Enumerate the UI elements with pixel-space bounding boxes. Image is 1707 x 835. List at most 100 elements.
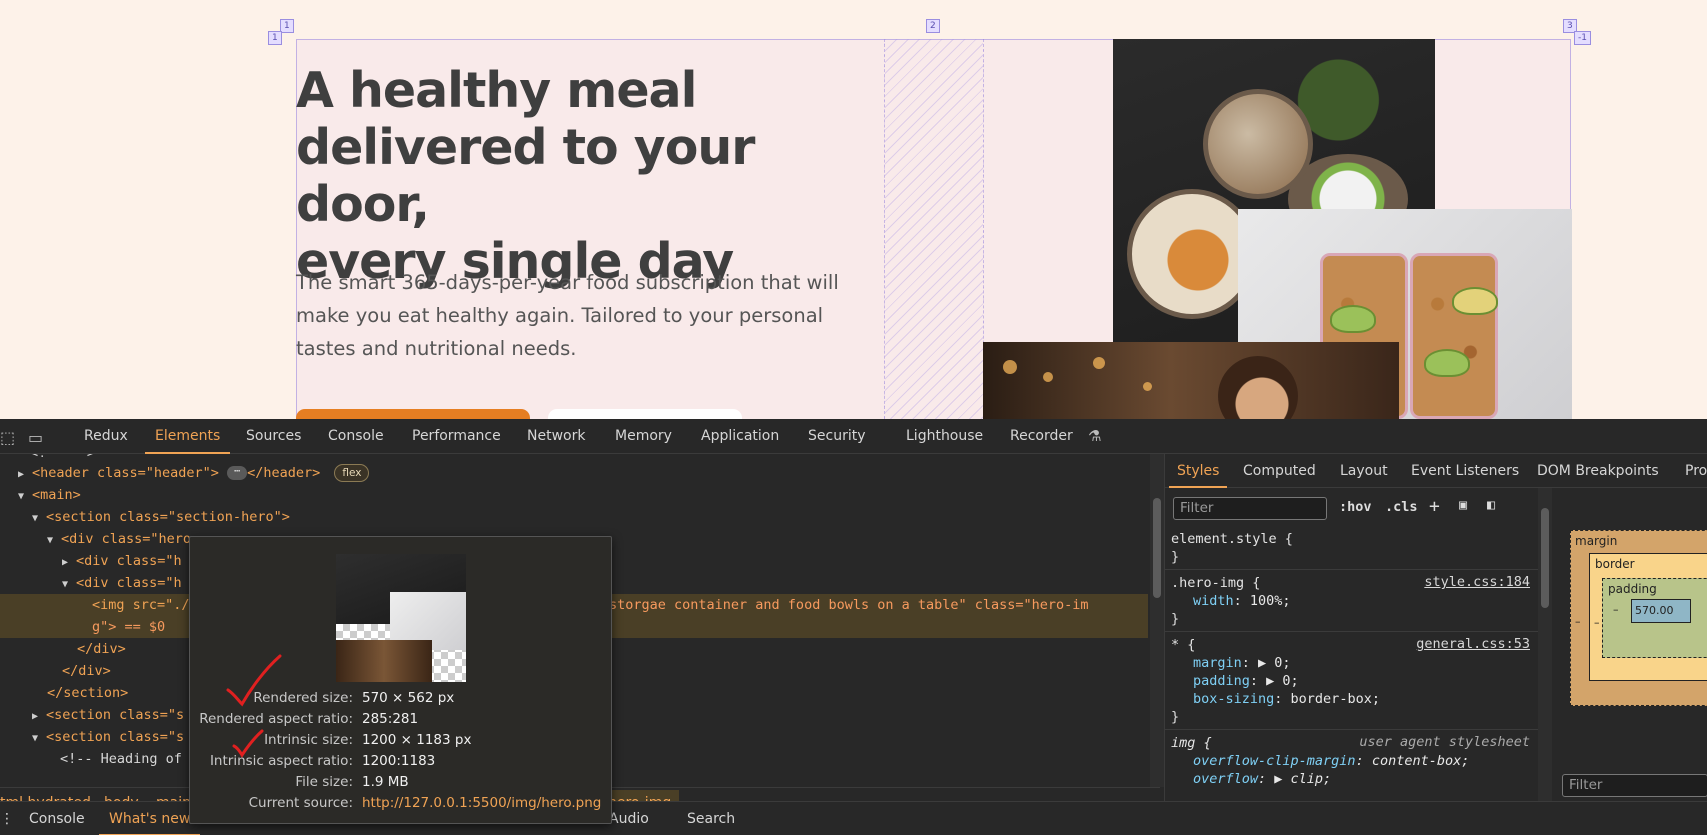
tooltip-key: Intrinsic size: [264,732,353,748]
styles-scrollbar[interactable] [1538,488,1552,801]
tooltip-value: 1.9 MB [362,774,409,790]
drawer-tab-search[interactable]: Search [687,802,735,835]
inspect-element-icon[interactable]: ⬚ [0,428,15,447]
css-property[interactable]: width: 100%; [1193,592,1291,610]
drawer-tab-console[interactable]: Console [29,802,85,835]
css-selector[interactable]: * { [1171,636,1195,654]
dom-comment: <!-- Heading of [60,751,182,767]
drawer-tab-audio[interactable]: Audio [609,802,649,835]
tab-redux[interactable]: Redux [84,419,128,454]
css-property[interactable]: box-sizing: border-box; [1193,690,1380,708]
box-model-label: border [1595,557,1635,571]
tab-memory[interactable]: Memory [615,419,672,454]
lemon [1452,287,1498,315]
expand-arrow-icon[interactable]: ▶ [18,464,32,486]
box-model-value: – [1613,603,1619,616]
collapse-arrow-icon[interactable]: ▼ [18,486,32,508]
hov-toggle[interactable]: :hov [1339,499,1372,515]
tab-recorder[interactable]: Recorder [1010,419,1073,454]
avocado [1330,305,1376,333]
css-selector[interactable]: element.style { [1171,530,1293,548]
box-model-label: padding [1608,582,1657,596]
dom-node-header[interactable]: ▶ <header class="header"> ⋯ </header> flex [0,462,1148,484]
paint-icon[interactable]: ▣ [1459,497,1467,513]
tooltip-key: Current source: [248,795,353,811]
tab-elements[interactable]: Elements [144,419,231,454]
styles-tabbar: Styles Computed Layout Event Listeners D… [1165,454,1707,488]
ellipsis-icon[interactable]: ⋯ [227,466,248,480]
tab-sources[interactable]: Sources [246,419,301,454]
tab-security[interactable]: Security [808,419,866,454]
tooltip-value: 570 × 562 px [362,690,455,706]
styles-filter-input[interactable]: Filter [1173,497,1327,520]
css-property[interactable]: overflow-clip-margin: content-box; [1193,752,1469,770]
hero-title-line: delivered to your door, [296,119,755,233]
box-model-padding[interactable]: padding – 570.00 [1602,578,1707,658]
tab-lighthouse[interactable]: Lighthouse [906,419,983,454]
food-container [1410,253,1498,419]
bokeh-light [1093,357,1105,369]
dom-node-main[interactable]: ▼ <main> [0,484,1148,506]
tab-network[interactable]: Network [527,419,585,454]
red-checkmark-icon [232,729,264,758]
tab-computed[interactable]: Computed [1243,454,1316,488]
dom-tag: <section class="s [46,707,185,723]
flex-badge[interactable]: flex [334,464,370,482]
learn-more-button[interactable] [548,409,742,419]
tab-performance[interactable]: Performance [412,419,501,454]
dom-node-section-hero[interactable]: ▼ <section class="section-hero"> [0,506,1148,528]
dom-tag: <div class="h [76,553,182,569]
css-source-link[interactable]: style.css:184 [1424,574,1530,590]
dom-tag: </section> [47,685,129,701]
tab-styles[interactable]: Styles [1168,454,1229,488]
collapse-arrow-icon[interactable]: ▼ [32,508,46,530]
tooltip-row: Rendered aspect ratio: 285:281 [190,709,613,729]
dom-scrollbar[interactable] [1150,454,1164,787]
hero-image-cafe [983,342,1399,419]
collapse-arrow-icon[interactable]: ▼ [62,574,76,596]
woman-portrait [1218,356,1298,419]
css-selector[interactable]: img { [1171,734,1212,752]
css-source-link[interactable]: general.css:53 [1416,636,1530,652]
box-model-content[interactable]: 570.00 [1631,599,1691,623]
expand-arrow-icon[interactable]: ▶ [32,706,46,728]
cls-toggle[interactable]: .cls [1385,499,1418,515]
box-model-margin[interactable]: margin – border – padding – 570.00 [1570,530,1707,706]
grid-line-label: 1 [280,19,294,33]
tab-dom-breakpoints[interactable]: DOM Breakpoints [1537,454,1659,488]
grid-line-label: -1 [1574,31,1591,45]
tab-console[interactable]: Console [328,419,384,454]
new-rule-icon[interactable]: + [1429,496,1440,517]
drawer-tab-whats-new[interactable]: What's new [98,802,201,835]
css-property[interactable]: overflow: ▶ clip; [1193,770,1331,788]
tab-properties[interactable]: Pro [1685,454,1707,488]
scrollbar-thumb[interactable] [1153,498,1161,598]
tab-application[interactable]: Application [701,419,779,454]
tooltip-value: 285:281 [362,711,419,727]
device-toolbar-icon[interactable]: ▭ [28,428,43,447]
bokeh-light [1043,372,1053,382]
dom-tag: <section class="section-hero"> [46,509,290,525]
tooltip-value: 1200:1183 [362,753,436,769]
avocado [1424,349,1470,377]
grid-gap-overlay [884,39,984,419]
dom-tag: </div> [77,641,126,657]
drawer-menu-icon[interactable]: ⋮ [0,802,14,835]
box-model-border[interactable]: border – padding – 570.00 [1589,553,1707,681]
expand-arrow-icon[interactable]: ▶ [62,552,76,574]
start-eating-button[interactable] [296,409,530,419]
css-property[interactable]: padding: ▶ 0; [1193,672,1299,690]
image-source-link[interactable]: http://127.0.0.1:5500/img/hero.png [362,793,601,813]
collapse-arrow-icon[interactable]: ▼ [47,530,61,552]
css-selector[interactable]: .hero-img { [1171,574,1260,592]
sidebar-toggle-icon[interactable]: ◧ [1487,497,1495,513]
tab-layout[interactable]: Layout [1340,454,1388,488]
divider [1165,631,1540,632]
scrollbar-thumb[interactable] [1541,508,1549,608]
computed-filter-input[interactable]: Filter [1562,774,1707,797]
thumbnail-cafe [336,640,432,682]
tab-event-listeners[interactable]: Event Listeners [1411,454,1519,488]
tooltip-key: File size: [295,774,353,790]
collapse-arrow-icon[interactable]: ▼ [32,728,46,750]
css-property[interactable]: margin: ▶ 0; [1193,654,1291,672]
